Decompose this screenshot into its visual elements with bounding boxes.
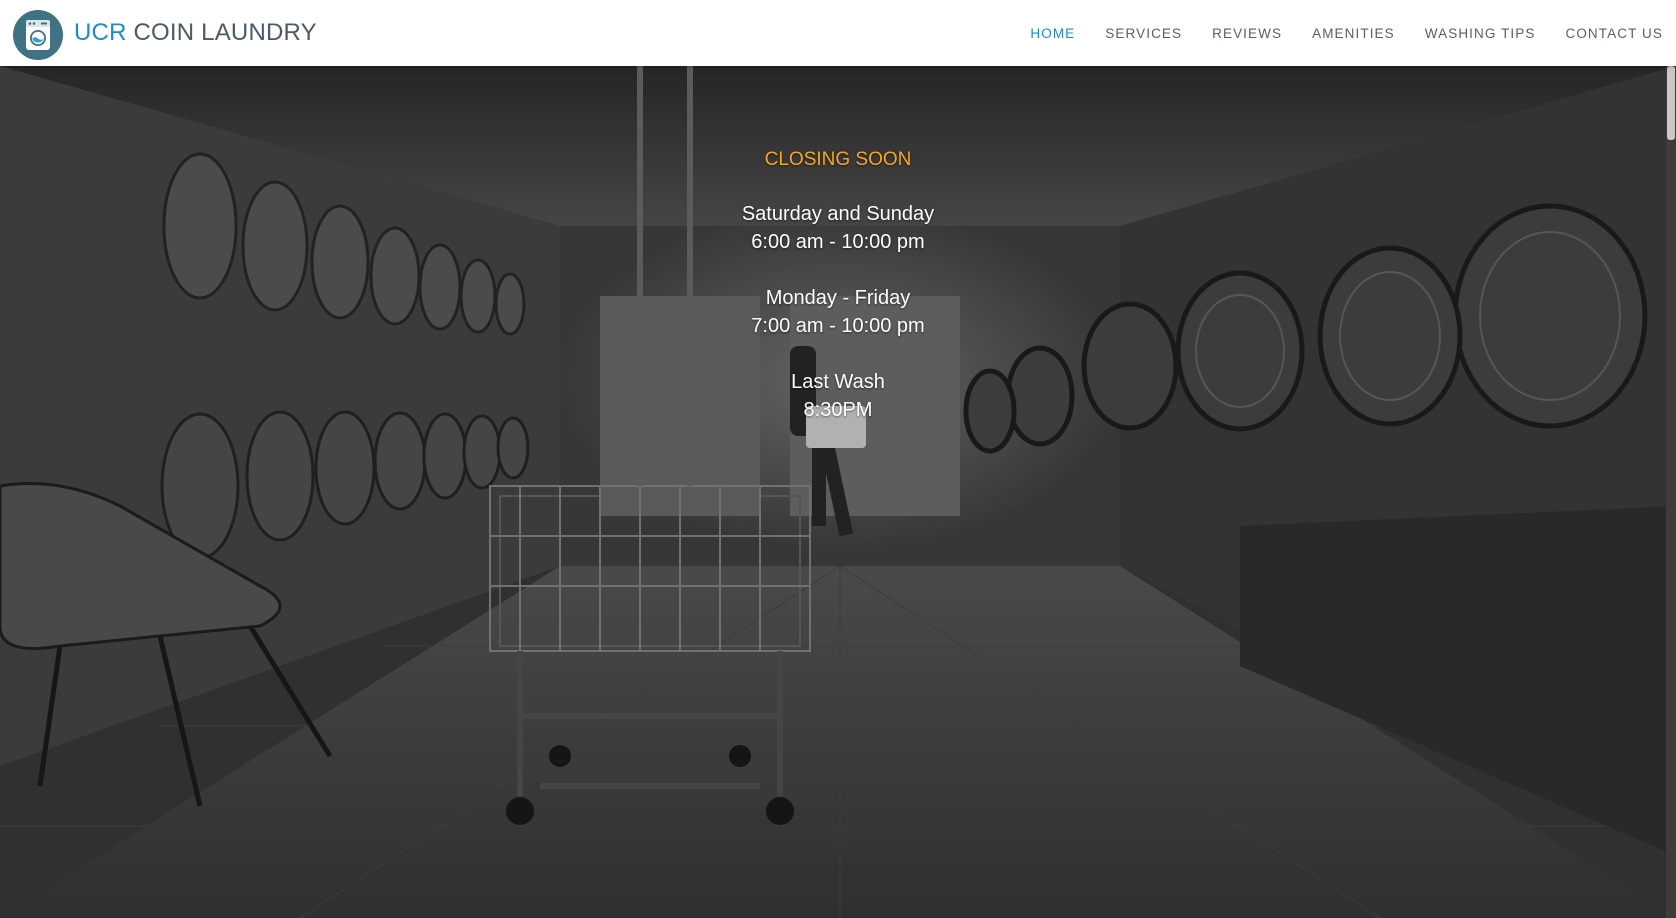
page-scrollbar[interactable]	[1666, 66, 1676, 918]
site-header: UCR COIN LAUNDRY HOME SERVICES REVIEWS A…	[0, 0, 1676, 66]
status-badge: CLOSING SOON	[764, 149, 912, 170]
weekend-hours: Saturday and Sunday 6:00 am - 10:00 pm	[0, 200, 1676, 256]
nav-services[interactable]: SERVICES	[1105, 26, 1182, 41]
site-title[interactable]: UCR COIN LAUNDRY	[74, 18, 317, 48]
logo[interactable]	[13, 10, 63, 60]
nav-home[interactable]: HOME	[1030, 26, 1075, 41]
washing-machine-icon	[26, 20, 50, 50]
nav-amenities[interactable]: AMENITIES	[1312, 26, 1395, 41]
schedule-hours: 8:30PM	[803, 399, 873, 421]
brand-accent: UCR	[74, 19, 127, 46]
opening-hours: CLOSING SOON Saturday and Sunday 6:00 am…	[0, 146, 1676, 452]
schedule-hours: 6:00 am - 10:00 pm	[751, 231, 925, 253]
schedule-hours: 7:00 am - 10:00 pm	[751, 315, 925, 337]
weekday-hours: Monday - Friday 7:00 am - 10:00 pm	[0, 284, 1676, 340]
nav-washing-tips[interactable]: WASHING TIPS	[1425, 26, 1536, 41]
schedule-days: Last Wash	[791, 371, 885, 393]
last-wash: Last Wash 8:30PM	[0, 368, 1676, 424]
schedule-days: Saturday and Sunday	[741, 203, 935, 225]
nav-reviews[interactable]: REVIEWS	[1212, 26, 1282, 41]
main-nav: HOME SERVICES REVIEWS AMENITIES WASHING …	[1000, 0, 1663, 66]
scrollbar-thumb[interactable]	[1667, 66, 1675, 140]
nav-contact-us[interactable]: CONTACT US	[1565, 26, 1663, 41]
schedule-days: Monday - Friday	[765, 287, 911, 309]
hero-section: CLOSING SOON Saturday and Sunday 6:00 am…	[0, 66, 1676, 918]
brand-rest: COIN LAUNDRY	[133, 19, 317, 46]
